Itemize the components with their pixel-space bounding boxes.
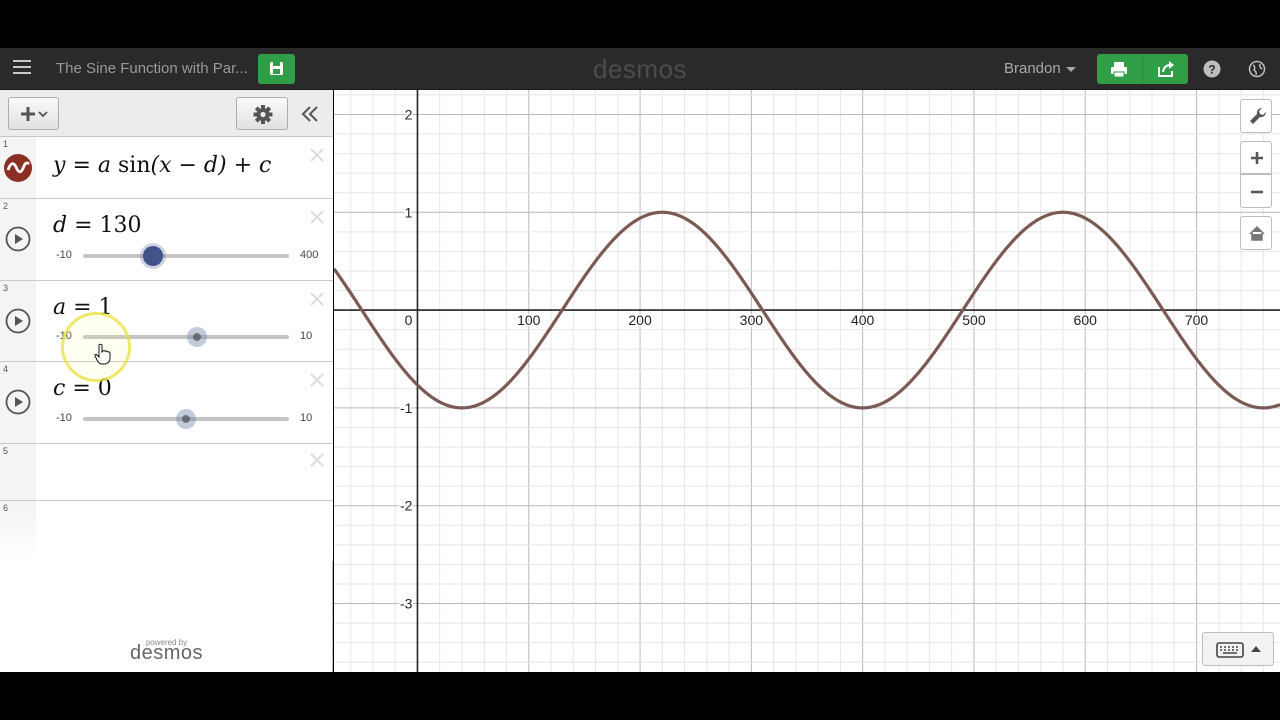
- close-icon[interactable]: [308, 146, 326, 164]
- user-menu[interactable]: Brandon: [1004, 60, 1076, 77]
- expression-panel: 1 y = a sin(x − d) + c 2 d = 130 -10 400…: [0, 90, 333, 672]
- x-tick-label: 100: [517, 312, 541, 328]
- keyboard-toggle-button[interactable]: [1202, 632, 1274, 666]
- expression-item-3[interactable]: 3 a = 1 -10 10: [0, 281, 333, 362]
- x-tick-label: 0: [405, 312, 413, 328]
- double-chevron-left-icon[interactable]: [298, 102, 322, 126]
- keyboard-icon: [1216, 642, 1261, 658]
- share-icon: [1158, 61, 1174, 77]
- slider-handle[interactable]: [143, 246, 163, 266]
- slider-variable: d: [53, 213, 68, 238]
- x-tick-label: 400: [851, 312, 875, 328]
- share-button[interactable]: [1143, 54, 1188, 84]
- play-icon[interactable]: [5, 226, 31, 252]
- wrench-icon: [1250, 107, 1267, 124]
- question-circle-icon[interactable]: ?: [1203, 60, 1221, 78]
- graph-settings-button[interactable]: [1240, 99, 1272, 133]
- expression-item-4[interactable]: 4 c = 0 -10 10: [0, 362, 333, 444]
- gear-icon: [253, 105, 273, 124]
- math-token: a: [97, 153, 111, 178]
- y-tick-label: -1: [400, 400, 413, 416]
- play-icon[interactable]: [5, 389, 31, 415]
- zoom-out-button[interactable]: [1240, 174, 1272, 208]
- x-tick-label: 700: [1185, 312, 1209, 328]
- x-tick-label: 200: [628, 312, 652, 328]
- print-share-group: [1097, 54, 1188, 84]
- expression-item-5[interactable]: 5: [0, 444, 333, 501]
- expression-toolbar: [0, 90, 333, 137]
- y-tick-label: -2: [400, 498, 413, 514]
- desmos-window: The Sine Function with Par... desmos Bra…: [0, 0, 1280, 720]
- print-button[interactable]: [1097, 54, 1142, 84]
- home-icon: [1249, 225, 1265, 241]
- minus-icon: [1251, 190, 1263, 194]
- settings-button[interactable]: [236, 97, 288, 130]
- floppy-disk-icon: [270, 62, 283, 75]
- globe-icon[interactable]: [1248, 60, 1266, 78]
- expression-index: 4: [3, 364, 9, 374]
- caret-down-icon: [1065, 66, 1076, 72]
- hamburger-icon[interactable]: [13, 60, 31, 78]
- expression-item-6[interactable]: 6: [0, 501, 333, 561]
- math-token: (x − d): [150, 153, 227, 178]
- plus-icon: [21, 107, 48, 121]
- close-icon[interactable]: [308, 451, 326, 469]
- desmos-logo: desmos: [593, 54, 688, 84]
- powered-by-logo[interactable]: desmos: [0, 642, 333, 665]
- expression-item-2[interactable]: 2 d = 130 -10 400: [0, 199, 333, 281]
- slider-value: 130: [99, 213, 142, 238]
- expression-index: 6: [3, 503, 9, 513]
- expression-index: 3: [3, 283, 9, 293]
- default-viewport-button[interactable]: [1240, 216, 1272, 250]
- math-token: y: [53, 153, 66, 178]
- graph-paper[interactable]: 0 100 200 300 400 500 600 700 2 1 -1 -2 -3: [334, 90, 1280, 672]
- expression-index: 1: [3, 139, 9, 149]
- math-token: sin: [118, 153, 151, 178]
- close-icon[interactable]: [308, 208, 326, 226]
- expression-index: 5: [3, 446, 9, 456]
- slider-max[interactable]: 400: [300, 249, 318, 261]
- printer-icon: [1111, 62, 1127, 78]
- slider-variable: a: [53, 295, 67, 320]
- zoom-in-button[interactable]: [1240, 141, 1272, 174]
- slider-track[interactable]: [83, 254, 289, 258]
- x-tick-label: 600: [1074, 312, 1098, 328]
- graph-canvas[interactable]: 0 100 200 300 400 500 600 700 2 1 -1 -2 -3: [334, 90, 1280, 672]
- slider-max[interactable]: 10: [300, 330, 312, 342]
- hand-cursor-icon: [94, 343, 111, 365]
- y-tick-label: -3: [400, 596, 413, 612]
- expression-item-1[interactable]: 1 y = a sin(x − d) + c: [0, 137, 333, 199]
- expression-index: 2: [3, 201, 9, 211]
- play-icon[interactable]: [5, 308, 31, 334]
- close-icon[interactable]: [308, 290, 326, 308]
- user-name: Brandon: [1004, 60, 1061, 77]
- svg-text:?: ?: [1208, 63, 1215, 77]
- add-item-button[interactable]: [8, 97, 59, 130]
- top-bar: The Sine Function with Par... desmos Bra…: [0, 48, 1280, 90]
- math-token: +: [233, 153, 253, 178]
- slider-variable: c: [53, 376, 66, 401]
- close-icon[interactable]: [308, 371, 326, 389]
- x-tick-label: 300: [740, 312, 764, 328]
- y-tick-label: 1: [405, 204, 413, 220]
- math-token: =: [72, 153, 91, 178]
- graph-title[interactable]: The Sine Function with Par...: [56, 60, 248, 77]
- slider-min[interactable]: -10: [56, 412, 72, 424]
- slider-max[interactable]: 10: [300, 412, 312, 424]
- math-token: c: [259, 153, 272, 178]
- y-tick-label: 2: [405, 106, 413, 122]
- plus-icon: [1251, 152, 1263, 164]
- sine-wave-icon[interactable]: [3, 153, 33, 183]
- slider-handle[interactable]: [187, 327, 207, 347]
- slider-min[interactable]: -10: [56, 249, 72, 261]
- save-button[interactable]: [258, 54, 295, 84]
- slider-handle[interactable]: [176, 409, 196, 429]
- slider-expression[interactable]: d = 130: [53, 213, 142, 238]
- expression-math[interactable]: y = a sin(x − d) + c: [53, 153, 271, 178]
- x-tick-label: 500: [962, 312, 986, 328]
